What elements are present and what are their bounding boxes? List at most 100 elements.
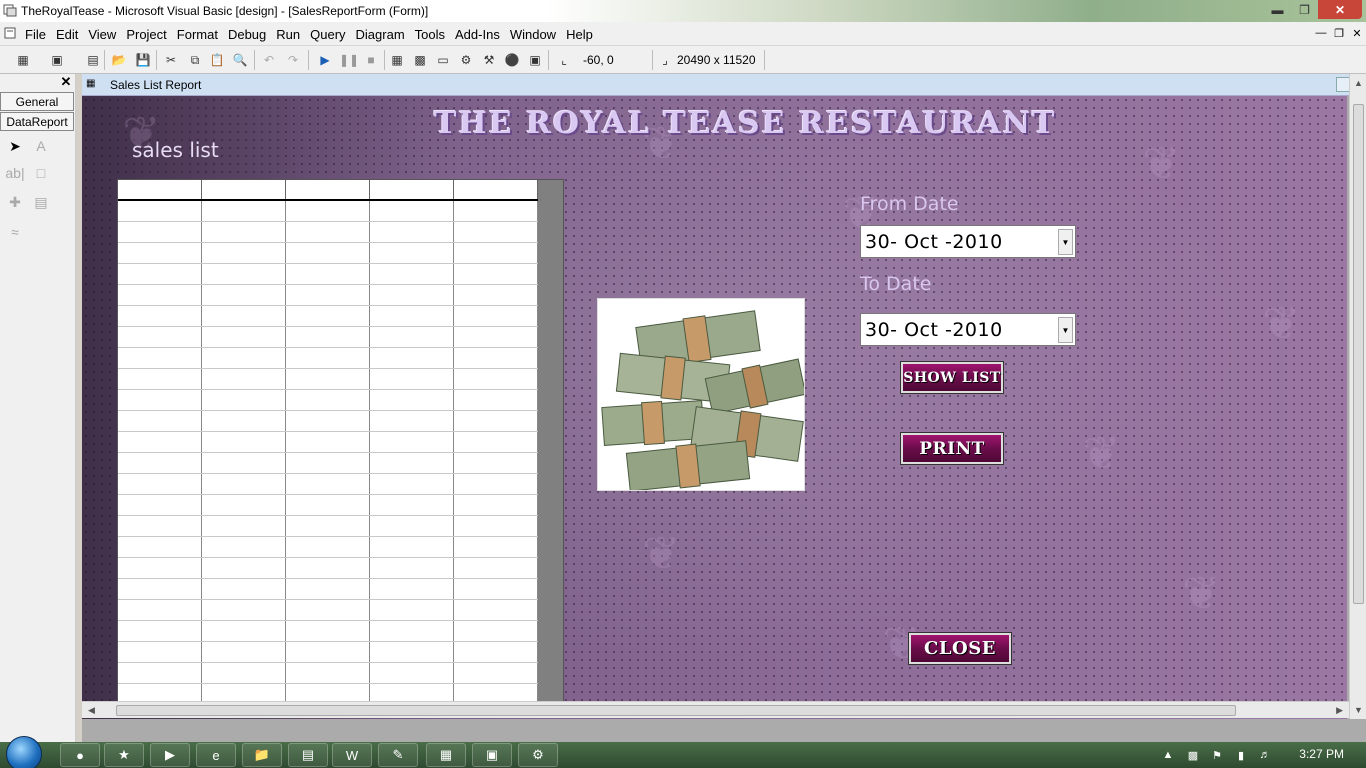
shape-tool-icon[interactable]: □ bbox=[30, 162, 52, 184]
explorer-taskbar-icon[interactable]: 📁 bbox=[242, 743, 282, 767]
find-icon[interactable]: 🔍 bbox=[231, 51, 249, 69]
network-icon[interactable]: ▩ bbox=[1186, 748, 1200, 762]
child-window-button[interactable] bbox=[1336, 77, 1350, 92]
paste-icon[interactable]: 📋 bbox=[208, 51, 226, 69]
toolbox-close-icon[interactable]: ✕ bbox=[59, 74, 73, 89]
menu-help[interactable]: Help bbox=[561, 27, 598, 42]
chevron-down-icon[interactable]: ▼ bbox=[1058, 317, 1073, 343]
form-layout-icon[interactable]: ▭ bbox=[434, 51, 452, 69]
label-tool-icon[interactable]: A bbox=[30, 135, 52, 157]
window-taskbar-icon[interactable]: ▤ bbox=[288, 743, 328, 767]
sales-grid-body bbox=[118, 180, 538, 704]
toolbox-icon[interactable]: ⚒ bbox=[480, 51, 498, 69]
money-stack-image bbox=[597, 298, 805, 491]
scroll-down-icon[interactable]: ▼ bbox=[1354, 705, 1363, 715]
textbox-tool-icon[interactable]: ab| bbox=[4, 162, 26, 184]
child-window-titlebar: ▦ Sales List Report bbox=[82, 74, 1366, 96]
minimize-button[interactable]: ▬ bbox=[1264, 0, 1291, 19]
document-icon[interactable] bbox=[4, 27, 16, 39]
scroll-left-icon[interactable]: ◀ bbox=[88, 705, 95, 716]
menu-edit[interactable]: Edit bbox=[51, 27, 83, 42]
pdf-taskbar-icon[interactable]: ✎ bbox=[378, 743, 418, 767]
toolbox-tab-datareport[interactable]: DataReport bbox=[0, 112, 74, 131]
show-list-button[interactable]: SHOW LIST bbox=[900, 361, 1004, 394]
maximize-button[interactable]: ❐ bbox=[1291, 0, 1318, 19]
menu-view[interactable]: View bbox=[83, 27, 121, 42]
form-icon: ▦ bbox=[86, 78, 96, 89]
pointer-tool-icon[interactable]: ➤ bbox=[4, 135, 26, 157]
mdi-minimize-button[interactable]: — bbox=[1314, 26, 1328, 40]
break-icon[interactable]: ❚❚ bbox=[339, 51, 359, 69]
add-form-icon[interactable]: ▣ bbox=[48, 51, 66, 69]
menu-diagram[interactable]: Diagram bbox=[351, 27, 410, 42]
app-taskbar-icon[interactable]: ⚙ bbox=[518, 743, 558, 767]
menu-add-ins[interactable]: Add-Ins bbox=[450, 27, 505, 42]
scroll-right-icon[interactable]: ▶ bbox=[1336, 705, 1343, 716]
data-view-icon[interactable]: ⚫ bbox=[503, 51, 521, 69]
menu-window[interactable]: Window bbox=[505, 27, 561, 42]
open-icon[interactable]: 📂 bbox=[110, 51, 128, 69]
save-icon[interactable]: 💾 bbox=[134, 51, 152, 69]
close-window-button[interactable]: ✕ bbox=[1318, 0, 1362, 19]
wallpaper-flourish: ❦ bbox=[1082, 427, 1121, 479]
menu-project[interactable]: Project bbox=[121, 27, 171, 42]
grid-column-header[interactable] bbox=[286, 180, 370, 199]
properties-window-icon[interactable]: ▩ bbox=[411, 51, 429, 69]
chevron-down-icon[interactable]: ▼ bbox=[1058, 229, 1073, 255]
restaurant-heading: THE ROYAL TEASE RESTAURANT bbox=[434, 106, 1057, 141]
object-browser-icon[interactable]: ⚙ bbox=[457, 51, 475, 69]
close-button[interactable]: CLOSE bbox=[908, 632, 1012, 665]
menu-tools[interactable]: Tools bbox=[410, 27, 450, 42]
menu-format[interactable]: Format bbox=[172, 27, 223, 42]
function-tool-icon[interactable]: ≈ bbox=[4, 221, 26, 243]
vb-taskbar-icon[interactable]: ▦ bbox=[426, 743, 466, 767]
volume-icon[interactable]: ♬ bbox=[1258, 748, 1272, 762]
grid-column-header[interactable] bbox=[118, 180, 202, 199]
mdi-restore-button[interactable]: ❐ bbox=[1332, 26, 1346, 40]
sales-grid[interactable] bbox=[117, 179, 564, 704]
flag-icon[interactable]: ⚑ bbox=[1210, 748, 1224, 762]
redo-icon[interactable]: ↷ bbox=[284, 51, 302, 69]
grid-column-header[interactable] bbox=[202, 180, 286, 199]
scroll-up-icon[interactable]: ▲ bbox=[1354, 78, 1363, 88]
grid-column-header[interactable] bbox=[370, 180, 454, 199]
start-icon[interactable]: ▶ bbox=[316, 51, 334, 69]
undo-icon[interactable]: ↶ bbox=[260, 51, 278, 69]
app-taskbar-icon[interactable]: ★ bbox=[104, 743, 144, 767]
vertical-scrollbar[interactable]: ▲ ▼ bbox=[1349, 74, 1366, 719]
menu-file[interactable]: File bbox=[20, 27, 51, 42]
project-explorer-icon[interactable]: ▦ bbox=[388, 51, 406, 69]
wallpaper-flourish: ❦ bbox=[1262, 297, 1301, 349]
image-tool-icon[interactable]: ▤ bbox=[30, 191, 52, 213]
add-project-icon[interactable]: ▦ bbox=[14, 51, 32, 69]
menu-query[interactable]: Query bbox=[305, 27, 350, 42]
media-player-taskbar-icon[interactable]: ▶ bbox=[150, 743, 190, 767]
end-icon[interactable]: ■ bbox=[362, 51, 380, 69]
sales-grid-rows[interactable] bbox=[118, 201, 538, 704]
menu-debug[interactable]: Debug bbox=[223, 27, 271, 42]
word-taskbar-icon[interactable]: W bbox=[332, 743, 372, 767]
power-icon[interactable]: ▮ bbox=[1234, 748, 1248, 762]
horizontal-scroll-thumb[interactable] bbox=[116, 705, 1236, 716]
cut-icon[interactable]: ✂ bbox=[162, 51, 180, 69]
copy-icon[interactable]: ⧉ bbox=[186, 51, 204, 69]
grid-column-header[interactable] bbox=[454, 180, 538, 199]
chrome-taskbar-icon[interactable]: ● bbox=[60, 743, 100, 767]
menu-run[interactable]: Run bbox=[271, 27, 305, 42]
mdi-close-button[interactable]: ✕ bbox=[1350, 26, 1364, 40]
toolbox-tab-general[interactable]: General bbox=[0, 92, 74, 111]
from-date-picker[interactable]: 30- Oct -2010 ▼ bbox=[860, 225, 1076, 258]
internet-explorer-taskbar-icon[interactable]: e bbox=[196, 743, 236, 767]
print-button[interactable]: PRINT bbox=[900, 432, 1004, 465]
to-date-label: To Date bbox=[860, 273, 932, 295]
show-hidden-icons-icon[interactable]: ▲ bbox=[1161, 748, 1175, 762]
line-tool-icon[interactable]: ✚ bbox=[4, 191, 26, 213]
vertical-scroll-thumb[interactable] bbox=[1353, 104, 1364, 604]
component-manager-icon[interactable]: ▣ bbox=[526, 51, 544, 69]
taskbar-clock[interactable]: 3:27 PM bbox=[1299, 747, 1344, 761]
start-button[interactable] bbox=[6, 736, 42, 768]
menu-editor-icon[interactable]: ▤ bbox=[84, 51, 102, 69]
to-date-picker[interactable]: 30- Oct -2010 ▼ bbox=[860, 313, 1076, 346]
horizontal-scrollbar[interactable]: ◀ ▶ bbox=[82, 701, 1349, 718]
paint-taskbar-icon[interactable]: ▣ bbox=[472, 743, 512, 767]
